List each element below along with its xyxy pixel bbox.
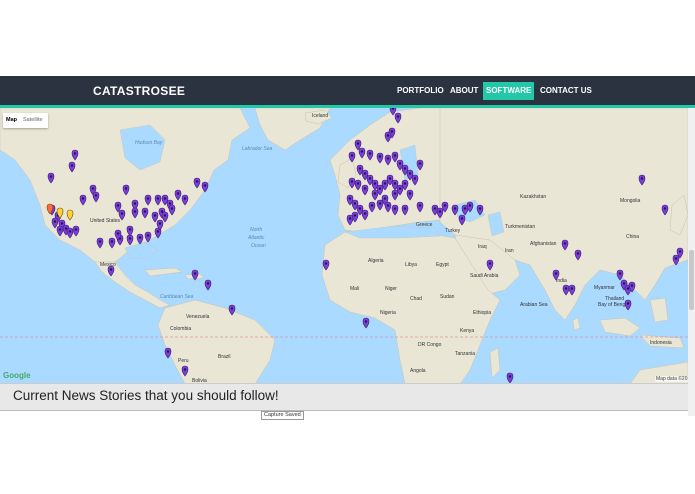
- svg-text:India: India: [556, 278, 567, 284]
- map-marker[interactable]: [164, 347, 172, 359]
- map-marker[interactable]: [624, 299, 632, 311]
- svg-text:Iran: Iran: [505, 248, 514, 254]
- svg-text:Turkey: Turkey: [445, 228, 461, 234]
- news-section-title: Current News Stories that you should fol…: [13, 388, 279, 403]
- svg-text:Atlantic: Atlantic: [247, 235, 265, 241]
- svg-text:North: North: [250, 227, 262, 233]
- map-marker[interactable]: [204, 279, 212, 291]
- svg-text:Peru: Peru: [178, 358, 189, 364]
- map-type-map-button[interactable]: Map: [3, 113, 20, 128]
- google-logo: Google: [3, 371, 31, 380]
- nav-software[interactable]: SOFTWARE: [483, 82, 535, 100]
- brand-logo[interactable]: CATASTROSEE: [93, 84, 185, 98]
- svg-text:Iceland: Iceland: [312, 113, 328, 119]
- svg-text:Greece: Greece: [416, 222, 433, 228]
- nav-portfolio[interactable]: PORTFOLIO: [394, 82, 447, 100]
- svg-text:Tanzania: Tanzania: [455, 351, 475, 357]
- svg-text:Egypt: Egypt: [436, 262, 449, 268]
- svg-text:DR Congo: DR Congo: [418, 342, 442, 348]
- map-type-control[interactable]: Map Satellite: [3, 113, 48, 128]
- map-marker[interactable]: [506, 372, 514, 384]
- svg-text:Indonesia: Indonesia: [650, 340, 672, 346]
- svg-text:Mongolia: Mongolia: [620, 198, 641, 204]
- svg-text:Caribbean Sea: Caribbean Sea: [160, 294, 194, 300]
- svg-text:United States: United States: [90, 218, 121, 224]
- scrollbar-thumb[interactable]: [689, 250, 694, 310]
- svg-text:Chad: Chad: [410, 296, 422, 302]
- svg-text:Venezuela: Venezuela: [186, 314, 210, 320]
- svg-text:Turkmenistan: Turkmenistan: [505, 224, 535, 230]
- svg-text:Ethiopia: Ethiopia: [473, 310, 491, 316]
- svg-text:Angola: Angola: [410, 368, 426, 374]
- nav-about[interactable]: ABOUT: [447, 82, 481, 100]
- map-marker[interactable]: [362, 317, 370, 329]
- svg-text:Ocean: Ocean: [251, 243, 266, 249]
- svg-text:Saudi Arabia: Saudi Arabia: [470, 273, 499, 279]
- svg-text:Nigeria: Nigeria: [380, 310, 396, 316]
- map-type-satellite-button[interactable]: Satellite: [20, 113, 46, 128]
- svg-text:Bay of Bengal: Bay of Bengal: [598, 302, 629, 308]
- svg-text:Libya: Libya: [405, 262, 417, 268]
- svg-text:Colombia: Colombia: [170, 326, 191, 332]
- svg-text:Myanmar: Myanmar: [594, 285, 615, 291]
- svg-text:Kazakhstan: Kazakhstan: [520, 194, 546, 200]
- nav-contact-us[interactable]: CONTACT US: [537, 82, 595, 100]
- svg-text:Hudson Bay: Hudson Bay: [135, 140, 163, 146]
- map-marker[interactable]: [616, 269, 624, 281]
- svg-text:Mali: Mali: [350, 286, 359, 292]
- svg-text:China: China: [626, 234, 639, 240]
- svg-text:Niger: Niger: [385, 286, 397, 292]
- svg-text:Iraq: Iraq: [478, 244, 487, 250]
- svg-text:Brazil: Brazil: [218, 354, 231, 360]
- capture-saved-toast: Capture Saved: [261, 411, 304, 420]
- svg-text:Sudan: Sudan: [440, 294, 455, 300]
- svg-text:Afghanistan: Afghanistan: [530, 241, 557, 247]
- svg-text:Kenya: Kenya: [460, 328, 474, 334]
- svg-text:Labrador Sea: Labrador Sea: [242, 146, 273, 152]
- svg-text:Arabian Sea: Arabian Sea: [520, 302, 548, 308]
- world-map[interactable]: Hudson Bay North Atlantic Ocean Caribbea…: [0, 108, 688, 384]
- svg-text:Algeria: Algeria: [368, 258, 384, 264]
